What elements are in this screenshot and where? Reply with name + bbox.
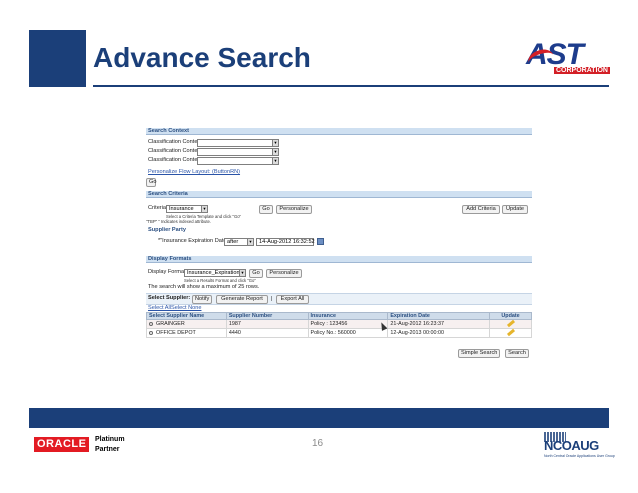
results-table: Select Supplier Name Supplier Number Ins… (146, 312, 532, 338)
display-formats-header: Display Formats (146, 256, 532, 263)
search-context-header: Search Context (146, 128, 532, 135)
simple-search-button[interactable]: Simple Search (458, 349, 500, 358)
criteria-update-button[interactable]: Update (502, 205, 528, 214)
supplier-name-cell: OFFICE DEPOT (146, 328, 227, 338)
classification-context-label-3: Classification Context (148, 157, 202, 163)
supplier-party-label: Supplier Party (148, 227, 186, 233)
criteria-label: Criteria (148, 205, 167, 211)
search-button[interactable]: Search (505, 349, 529, 358)
chevron-down-icon: ▼ (272, 158, 278, 164)
update-cell (489, 328, 532, 338)
chevron-down-icon: ▼ (272, 149, 278, 155)
table-row: GRAINGER 1987 Policy : 123456 21-Aug-201… (146, 319, 532, 329)
column-header: Update (489, 312, 532, 320)
column-header[interactable]: Select Supplier Name (146, 312, 227, 320)
toolbar-separator: | (271, 296, 273, 302)
display-go-button[interactable]: Go (249, 269, 263, 278)
expiration-date-input[interactable]: 14-Aug-2012 16:32:52 (256, 238, 315, 246)
ncoaug-tagline: North Central Oracle Applications User G… (544, 454, 615, 458)
chevron-down-icon: ▼ (239, 270, 245, 276)
classification-context-select-2[interactable]: ▼ (197, 148, 279, 156)
indexed-attribute-note: "TBP" " Indicates indexed attribute. (146, 219, 211, 224)
platinum-partner-badge: Platinum Partner (95, 436, 125, 453)
page-number: 16 (312, 438, 324, 449)
column-header[interactable]: Expiration Date (387, 312, 491, 320)
context-go-button[interactable]: Go (146, 178, 156, 187)
title-divider (93, 85, 609, 87)
classification-context-label-2: Classification Context (148, 148, 202, 154)
ast-logo: AST CORPORATION (525, 38, 610, 80)
ast-logo-sub: CORPORATION (554, 67, 610, 74)
select-radio[interactable] (149, 330, 153, 335)
ncoaug-logo: NCOAUG North Central Oracle Applications… (544, 432, 615, 462)
classification-context-label-1: Classification Context (148, 139, 202, 145)
pencil-icon[interactable] (506, 319, 515, 328)
select-all-link[interactable]: Select All (148, 305, 171, 312)
expiration-date-cell: 12-Aug-2013 00:00:00 (387, 328, 491, 338)
display-formats-select[interactable]: Insurance_Expiration ▼ (184, 269, 246, 277)
ncoaug-logo-text: NCOAUG (544, 438, 599, 453)
add-criteria-button[interactable]: Add Criteria (462, 205, 500, 214)
search-criteria-header: Search Criteria (146, 191, 532, 198)
update-cell (489, 319, 532, 329)
oracle-advance-search-screenshot: Search Context Classification Context ▼ … (146, 128, 532, 361)
pencil-icon[interactable] (506, 328, 515, 337)
display-formats-label: Display Formats (148, 269, 189, 275)
generate-report-button[interactable]: Generate Report (216, 295, 268, 304)
insurance-expiration-label: *"Insurance Expiration Date (158, 238, 227, 244)
notify-button[interactable]: Notify (192, 295, 212, 304)
insurance-cell: Policy : 123456 (307, 319, 389, 329)
criteria-personalize-button[interactable]: Personalize (276, 205, 312, 214)
title-accent-block (29, 30, 86, 87)
expiration-date-cell: 21-Aug-2012 16:23:37 (387, 319, 491, 329)
column-header[interactable]: Insurance (307, 312, 389, 320)
export-all-button[interactable]: Export All (276, 295, 309, 304)
footer-band (29, 408, 609, 428)
supplier-name-cell: GRAINGER (146, 319, 227, 329)
chevron-down-icon: ▼ (272, 140, 278, 146)
criteria-go-button[interactable]: Go (259, 205, 273, 214)
supplier-number-cell: 1987 (225, 319, 309, 329)
column-header[interactable]: Supplier Number (225, 312, 309, 320)
display-personalize-button[interactable]: Personalize (266, 269, 302, 278)
display-formats-hint: Select a Results Format and click "Go" (184, 278, 256, 283)
max-rows-text: The search will show a maximum of 25 row… (148, 284, 260, 290)
supplier-number-cell: 4440 (225, 328, 309, 338)
classification-context-select-1[interactable]: ▼ (197, 139, 279, 147)
select-none-link[interactable]: Select None (171, 305, 201, 312)
criteria-select[interactable]: Insurance ▼ (166, 205, 208, 213)
slide-title: Advance Search (93, 42, 311, 73)
table-header-row: Select Supplier Name Supplier Number Ins… (146, 312, 532, 320)
oracle-logo: ORACLE (34, 437, 90, 452)
insurance-cell: Policy No.: 560000 (307, 328, 389, 338)
operator-select[interactable]: after ▼ (224, 238, 254, 246)
classification-context-select-3[interactable]: ▼ (197, 157, 279, 165)
chevron-down-icon: ▼ (247, 239, 253, 245)
select-supplier-label: Select Supplier: (148, 295, 191, 301)
table-row: OFFICE DEPOT 4440 Policy No.: 560000 12-… (146, 328, 532, 338)
select-radio[interactable] (149, 321, 153, 326)
calendar-icon[interactable] (317, 238, 324, 245)
personalize-flow-layout-link[interactable]: Personalize Flow Layout: (ButtonRN) (148, 169, 240, 176)
chevron-down-icon: ▼ (201, 206, 207, 212)
